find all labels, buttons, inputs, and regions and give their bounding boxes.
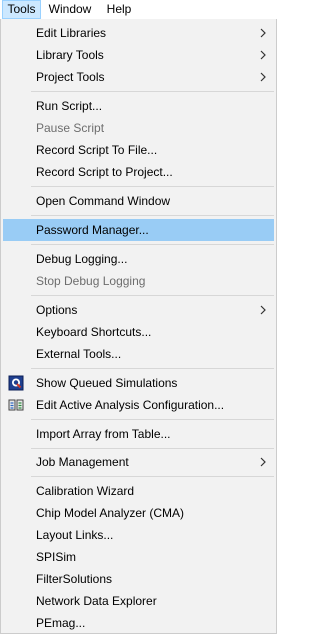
menu-item-label: PEmag...	[36, 616, 86, 630]
menu-item-label: Edit Active Analysis Configuration...	[36, 398, 225, 412]
menu-item-label: Stop Debug Logging	[36, 274, 146, 288]
chevron-right-icon	[260, 457, 266, 467]
chevron-right-icon	[260, 72, 266, 82]
menu-item-label: Chip Model Analyzer (CMA)	[36, 506, 185, 520]
chevron-right-icon	[260, 50, 266, 60]
menu-separator	[31, 91, 274, 92]
application-window: Tools Window Help Edit Libraries Library…	[0, 0, 278, 634]
menu-item-label: Job Management	[36, 455, 129, 469]
menu-separator	[31, 244, 274, 245]
menu-item-label: Password Manager...	[36, 223, 149, 237]
menu-item-label: SPISim	[36, 550, 77, 564]
menu-item-label: Calibration Wizard	[36, 484, 135, 498]
menu-item-external-tools[interactable]: External Tools...	[3, 343, 274, 365]
menu-separator	[31, 476, 274, 477]
analysis-config-icon	[8, 399, 24, 411]
menu-window[interactable]: Window	[44, 0, 96, 19]
menu-separator	[31, 295, 274, 296]
menu-item-record-script-to-project[interactable]: Record Script to Project...	[3, 161, 274, 183]
menu-item-open-command-window[interactable]: Open Command Window	[3, 190, 274, 212]
menu-item-label: Options	[36, 303, 78, 317]
menu-item-job-management[interactable]: Job Management	[3, 451, 274, 473]
menu-item-show-queued-simulations[interactable]: Show Queued Simulations	[3, 372, 274, 394]
menu-item-network-data-explorer[interactable]: Network Data Explorer	[3, 590, 274, 612]
menu-item-options[interactable]: Options	[3, 299, 274, 321]
menu-item-label: Record Script to Project...	[36, 165, 173, 179]
menu-item-label: Project Tools	[36, 70, 105, 84]
menu-item-label: FilterSolutions	[36, 572, 113, 586]
menu-item-label: Import Array from Table...	[36, 427, 171, 441]
menu-tools[interactable]: Tools	[2, 0, 41, 19]
menu-item-stop-debug-logging[interactable]: Stop Debug Logging	[3, 270, 274, 292]
menu-item-label: Edit Libraries	[36, 26, 107, 40]
menu-item-import-array-from-table[interactable]: Import Array from Table...	[3, 423, 274, 445]
menu-help[interactable]: Help	[99, 0, 139, 19]
menu-item-keyboard-shortcuts[interactable]: Keyboard Shortcuts...	[3, 321, 274, 343]
menu-item-label: Pause Script	[36, 121, 105, 135]
menu-item-label: Run Script...	[36, 99, 103, 113]
menu-item-edit-libraries[interactable]: Edit Libraries	[3, 22, 274, 44]
menu-item-run-script[interactable]: Run Script...	[3, 95, 274, 117]
menu-item-debug-logging[interactable]: Debug Logging...	[3, 248, 274, 270]
menu-item-label: External Tools...	[36, 347, 122, 361]
menu-separator	[31, 186, 274, 187]
menu-item-label: Show Queued Simulations	[36, 376, 178, 390]
menu-item-chip-model-analyzer[interactable]: Chip Model Analyzer (CMA)	[3, 502, 274, 524]
menu-item-record-script-to-file[interactable]: Record Script To File...	[3, 139, 274, 161]
menu-item-edit-active-analysis-configuration[interactable]: Edit Active Analysis Configuration...	[3, 394, 274, 416]
menu-separator	[31, 215, 274, 216]
menu-item-label: Debug Logging...	[36, 252, 128, 266]
chevron-right-icon	[260, 28, 266, 38]
menu-item-project-tools[interactable]: Project Tools	[3, 66, 274, 88]
menu-item-library-tools[interactable]: Library Tools	[3, 44, 274, 66]
menu-item-password-manager[interactable]: Password Manager...	[3, 219, 274, 241]
menu-item-filtersolutions[interactable]: FilterSolutions	[3, 568, 274, 590]
menu-item-label: Layout Links...	[36, 528, 114, 542]
menu-item-pause-script[interactable]: Pause Script	[3, 117, 274, 139]
menu-item-pemag[interactable]: PEmag...	[3, 612, 274, 634]
menu-item-calibration-wizard[interactable]: Calibration Wizard	[3, 480, 274, 502]
tools-dropdown-menu: Edit Libraries Library Tools Project Too…	[0, 19, 277, 634]
menu-item-layout-links[interactable]: Layout Links...	[3, 524, 274, 546]
menu-item-label: Open Command Window	[36, 194, 171, 208]
menu-item-label: Keyboard Shortcuts...	[36, 325, 152, 339]
menu-separator	[31, 368, 274, 369]
queue-q-icon	[8, 375, 24, 391]
menu-separator	[31, 448, 274, 449]
chevron-right-icon	[260, 305, 266, 315]
menu-bar: Tools Window Help	[0, 0, 278, 19]
menu-item-label: Library Tools	[36, 48, 104, 62]
menu-item-label: Record Script To File...	[36, 143, 158, 157]
menu-item-spisim[interactable]: SPISim	[3, 546, 274, 568]
menu-item-label: Network Data Explorer	[36, 594, 157, 608]
menu-separator	[31, 419, 274, 420]
